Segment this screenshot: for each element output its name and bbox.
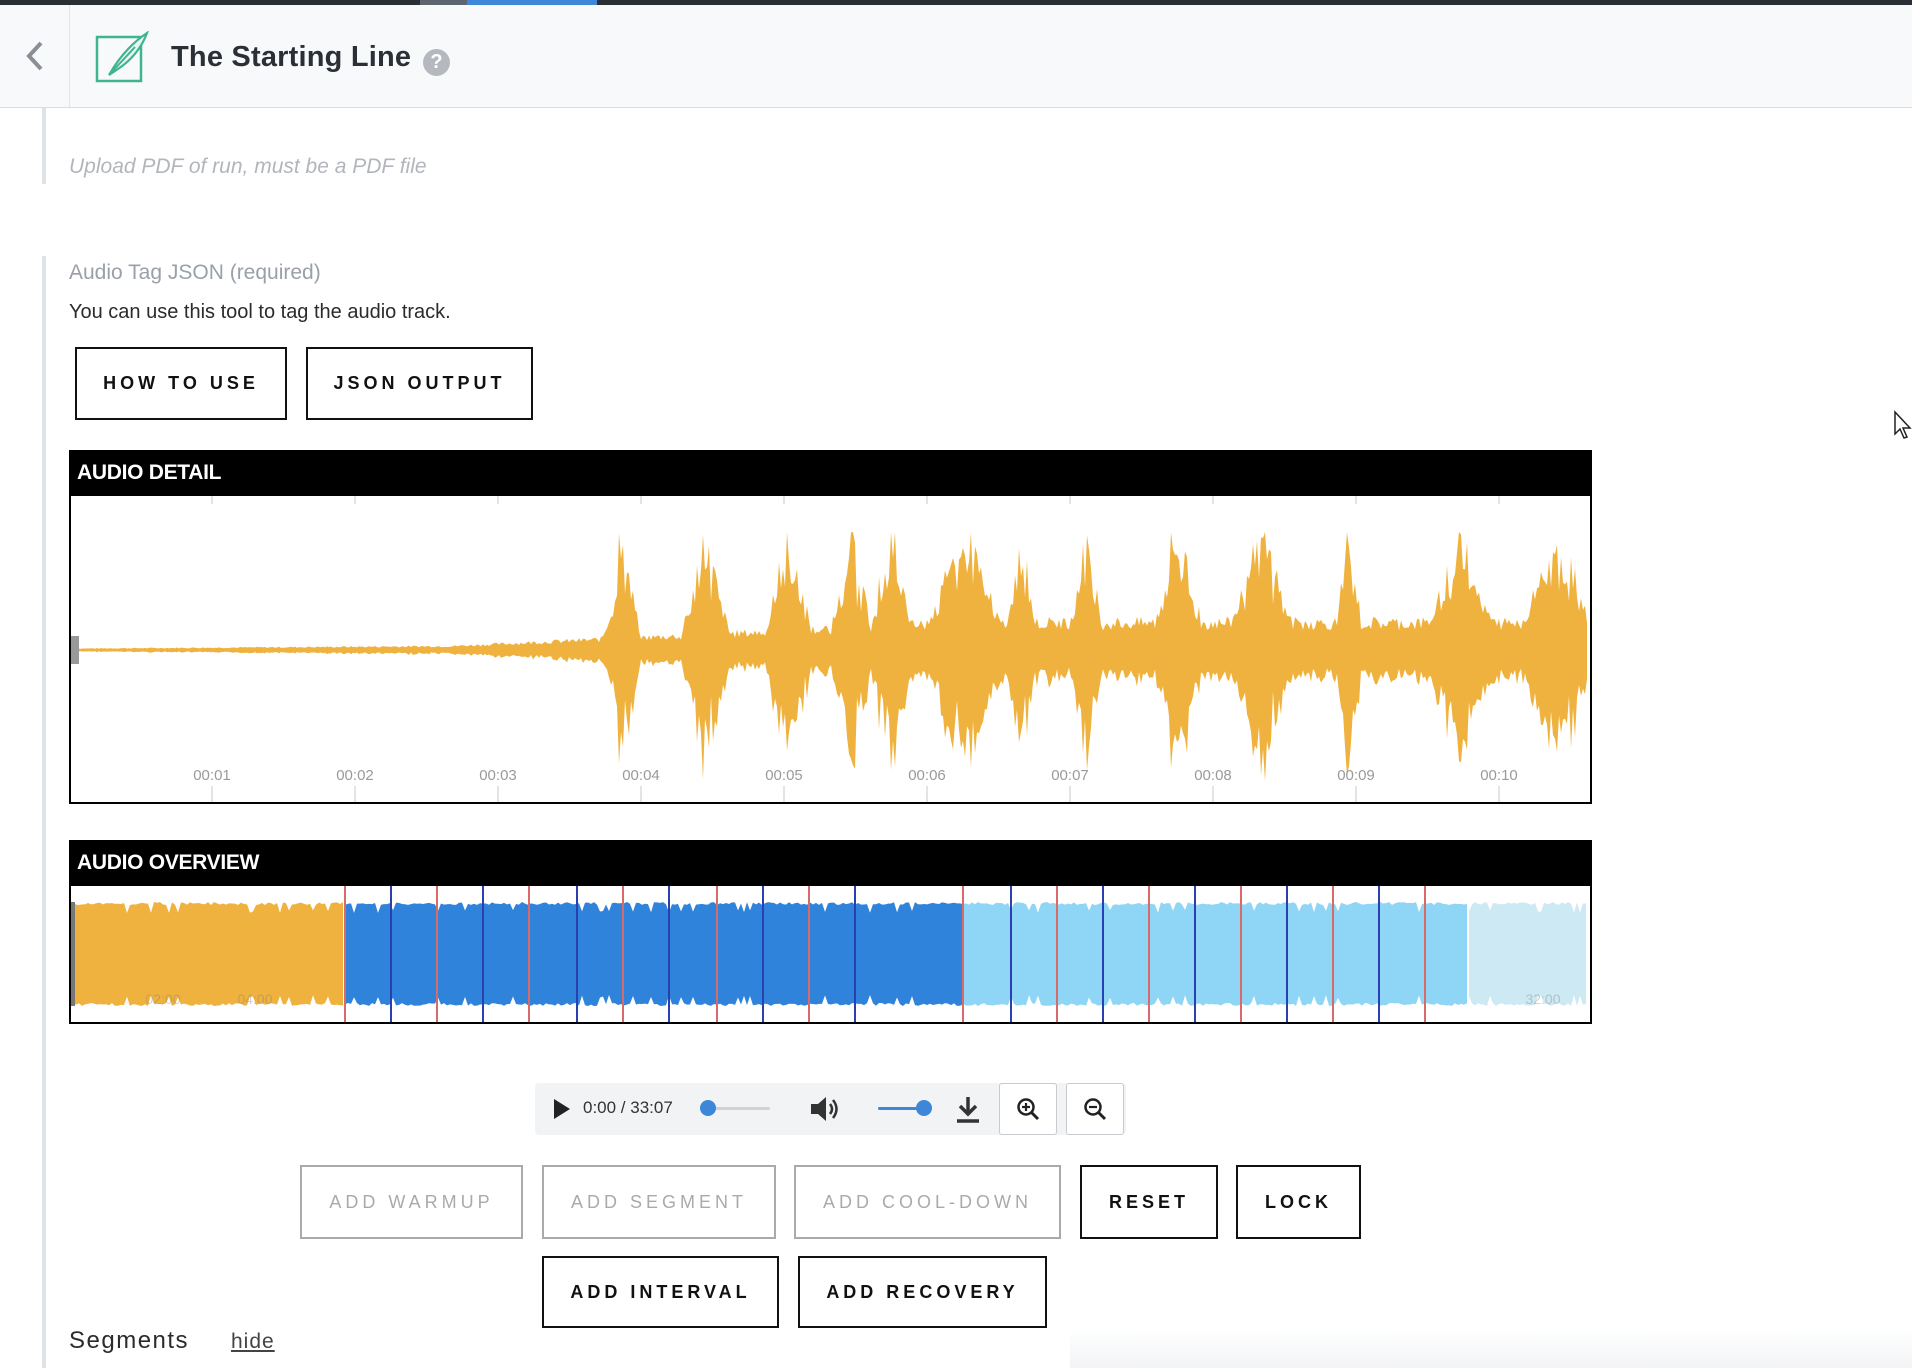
play-icon[interactable] [552,1098,572,1120]
add-warmup-button[interactable]: ADD WARMUP [300,1165,523,1239]
playhead-marker[interactable] [71,636,79,664]
field-group-rule [42,256,46,1368]
volume-icon[interactable] [809,1095,841,1123]
segments-heading: Segments [69,1327,190,1354]
overview-tick-label: 02:00 [145,991,180,1007]
overview-segment[interactable] [73,902,343,1006]
add-interval-button[interactable]: ADD INTERVAL [542,1256,779,1328]
zoom-in-icon [1017,1098,1040,1121]
segments-hide-link[interactable]: hide [231,1330,275,1354]
add-segment-button[interactable]: ADD SEGMENT [542,1165,776,1239]
detail-tick-label: 00:09 [1337,767,1375,784]
reset-button[interactable]: RESET [1080,1165,1218,1239]
audio-tag-label: Audio Tag JSON (required) [69,261,321,284]
detail-waveform-canvas[interactable]: 00:01 00:02 00:03 00:04 00:05 00:06 00:07 00:08… [71,496,1590,802]
download-icon[interactable] [954,1094,982,1124]
detail-tick-label: 00:01 [193,767,231,784]
volume-handle[interactable] [916,1100,932,1116]
detail-tick-label: 00:05 [765,767,803,784]
field-group-rule [42,108,46,184]
overview-segment[interactable] [963,902,1467,1006]
upload-pdf-hint: Upload PDF of run, must be a PDF file [69,155,427,178]
bottom-fade [1070,1330,1912,1368]
seek-handle[interactable] [700,1100,716,1116]
detail-tick-label: 00:06 [908,767,946,784]
overview-playhead[interactable] [71,902,75,1006]
zoom-in-button[interactable] [999,1083,1057,1135]
audio-overview-header: AUDIO OVERVIEW [69,840,1592,886]
quill-logo-icon [95,31,149,83]
how-to-use-button[interactable]: HOW TO USE [75,347,287,420]
back-button[interactable] [0,5,70,107]
detail-tick-label: 00:08 [1194,767,1232,784]
seek-track[interactable] [707,1107,770,1110]
audio-overview-waveform[interactable]: 02:00 04:00 32:00 [69,886,1592,1024]
add-recovery-button[interactable]: ADD RECOVERY [798,1256,1047,1328]
overview-waveform-canvas[interactable]: 02:00 04:00 32:00 [71,886,1590,1022]
audio-detail-waveform[interactable]: 00:01 00:02 00:03 00:04 00:05 00:06 00:07 00:08… [69,496,1592,804]
app-header: The Starting Line ? [0,5,1912,108]
audio-tag-helper: You can use this tool to tag the audio t… [69,301,451,323]
detail-waveform [75,532,1587,782]
detail-tick-label: 00:07 [1051,767,1089,784]
zoom-out-button[interactable] [1066,1083,1124,1135]
page-title: The Starting Line [171,41,412,73]
help-icon[interactable]: ? [423,49,450,76]
detail-tick-label: 00:10 [1480,767,1518,784]
detail-tick-label: 00:02 [336,767,374,784]
lock-button[interactable]: LOCK [1236,1165,1361,1239]
overview-tick-label: 04:00 [237,991,272,1007]
player-time: 0:00 / 33:07 [583,1098,673,1117]
json-output-button[interactable]: JSON OUTPUT [306,347,533,420]
detail-tick-label: 00:04 [622,767,660,784]
add-cooldown-button[interactable]: ADD COOL-DOWN [794,1165,1061,1239]
overview-tick-label: 32:00 [1525,991,1560,1007]
chevron-left-icon [25,41,42,71]
detail-tick-label: 00:03 [479,767,517,784]
zoom-out-icon [1084,1098,1107,1121]
audio-detail-header: AUDIO DETAIL [69,450,1592,496]
mouse-cursor-icon [1894,410,1912,439]
